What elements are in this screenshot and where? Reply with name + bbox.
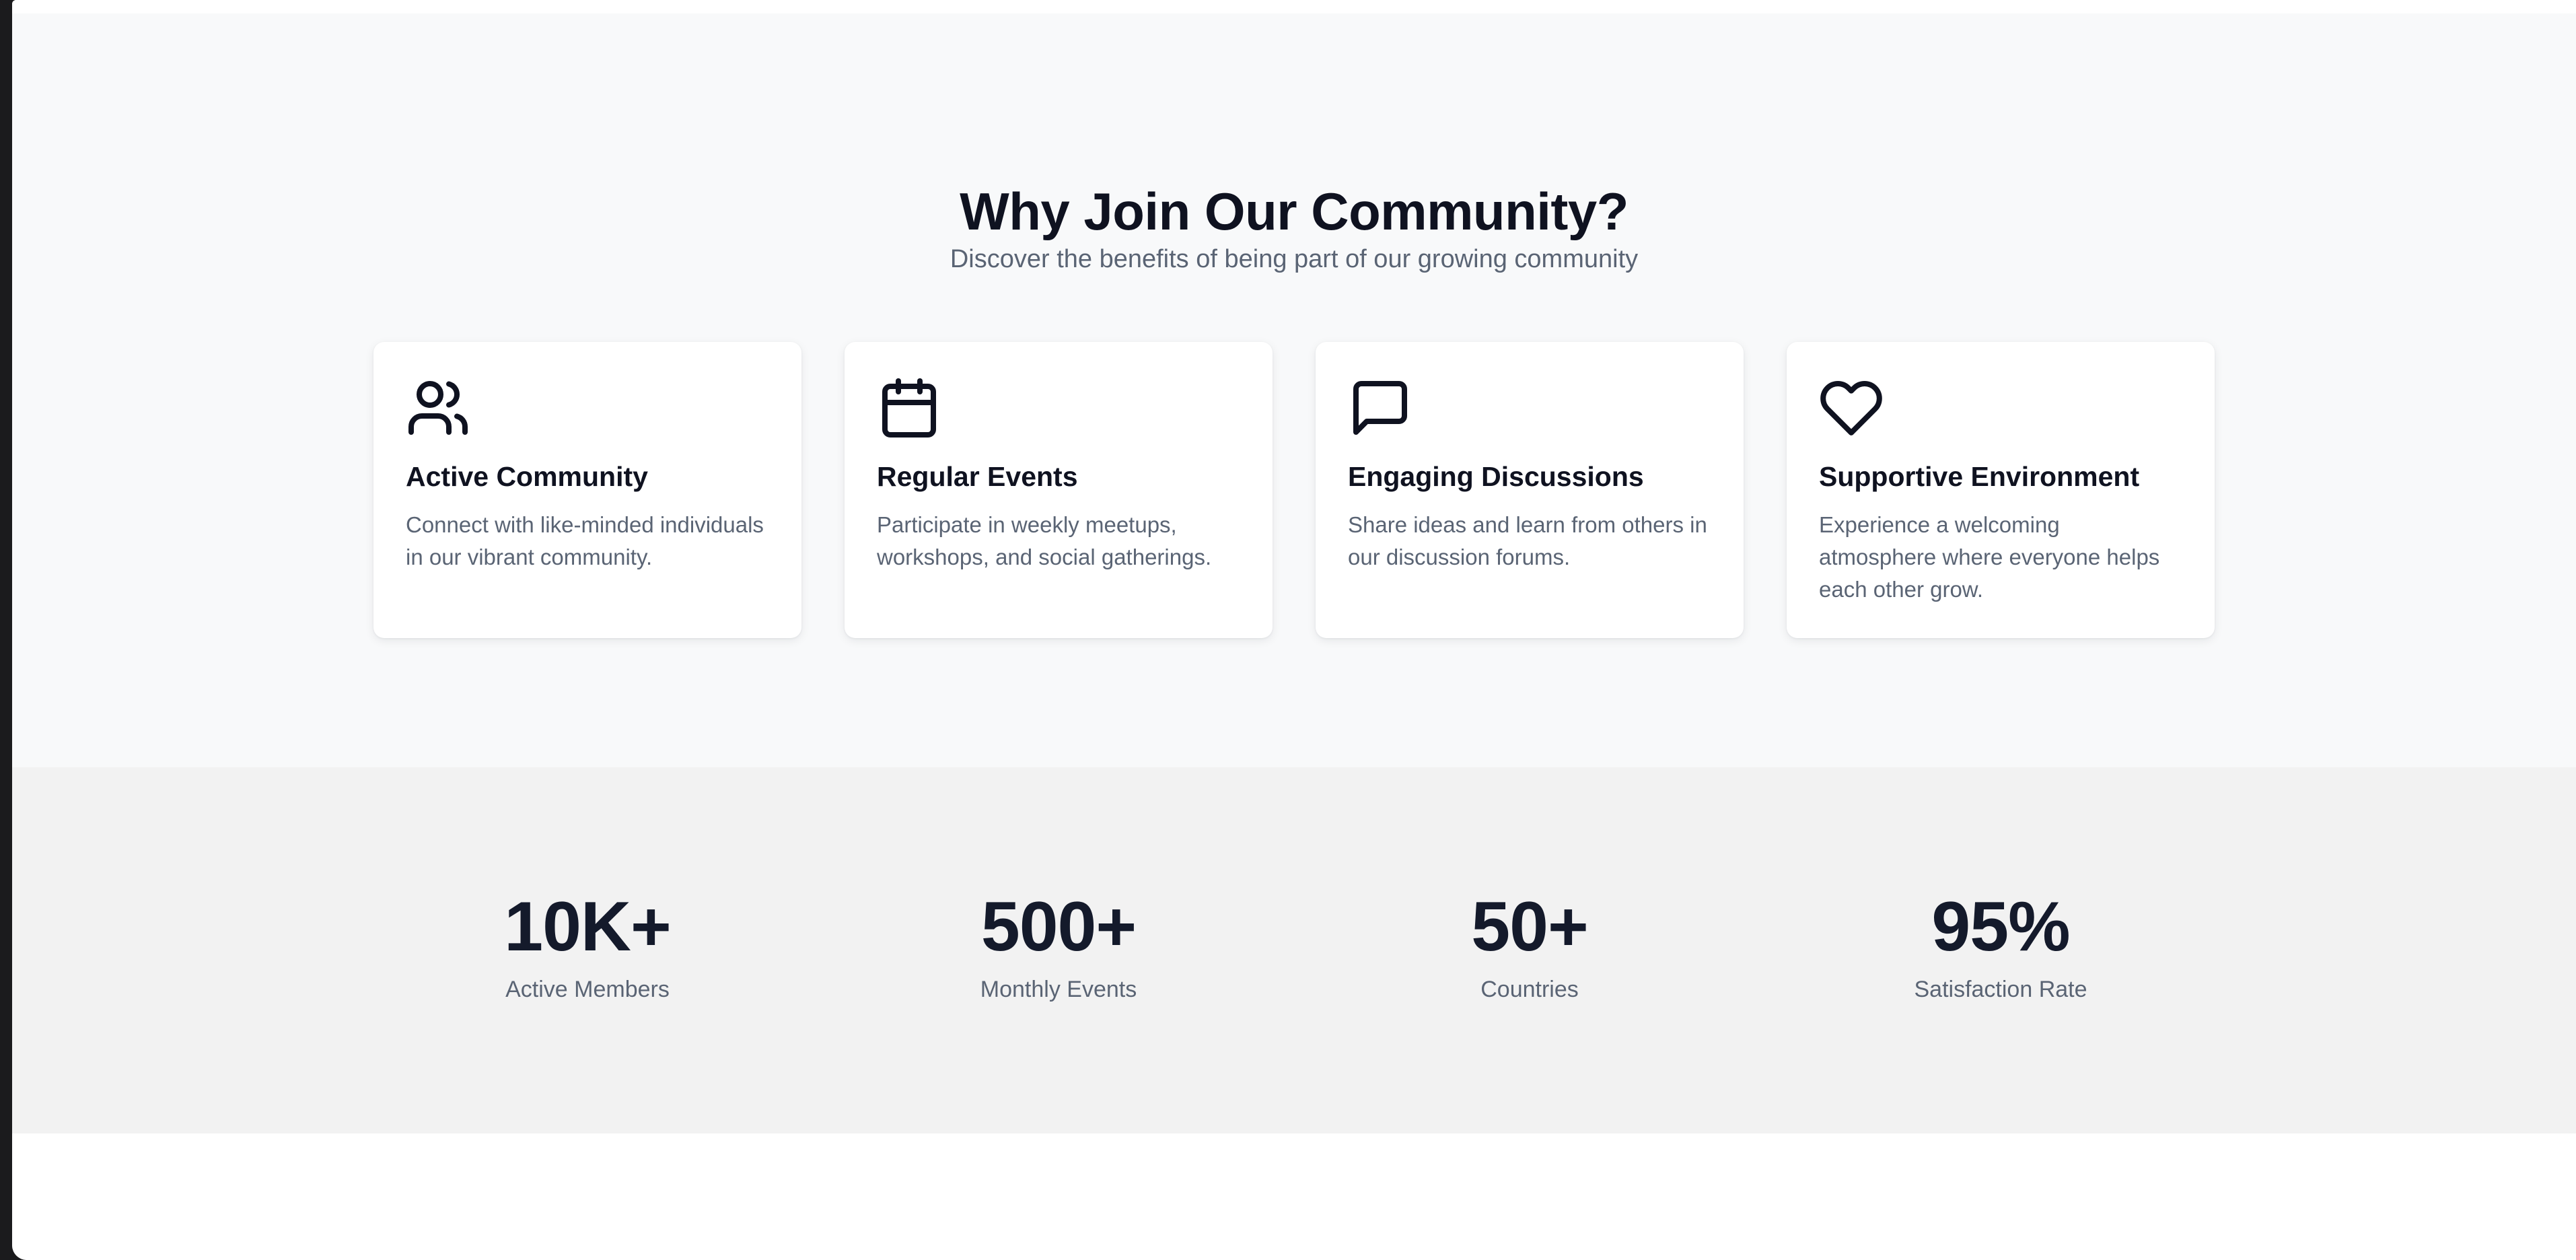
feature-card-engaging-discussions: Engaging Discussions Share ideas and lea… [1316,342,1744,638]
feature-card-regular-events: Regular Events Participate in weekly mee… [845,342,1273,638]
card-title: Active Community [406,461,648,492]
browser-page: Why Join Our Community? Discover the ben… [12,0,2576,1260]
card-description: Connect with like-minded individuals in … [406,512,764,569]
top-band [12,0,2576,13]
card-title: Engaging Discussions [1348,461,1644,492]
stat-value: 95% [1931,888,2070,966]
card-title: Supportive Environment [1819,461,2140,492]
stat-countries: 50+ Countries [1328,892,1731,1001]
stats-section: 10K+ Active Members 500+ Monthly Events … [12,767,2576,1133]
features-section: Why Join Our Community? Discover the ben… [12,13,2576,767]
stat-label: Monthly Events [980,977,1137,1002]
stat-label: Active Members [505,977,670,1002]
stat-value: 500+ [980,888,1137,966]
stat-value: 50+ [1471,888,1588,966]
card-description: Experience a welcoming atmosphere where … [1819,512,2160,602]
stat-active-members: 10K+ Active Members [386,892,789,1001]
stat-label: Satisfaction Rate [1914,977,2087,1002]
stat-label: Countries [1480,977,1579,1002]
calendar-icon [877,376,941,440]
card-description: Share ideas and learn from others in our… [1348,512,1707,569]
stat-value: 10K+ [504,888,672,966]
features-subtitle: Discover the benefits of being part of o… [950,245,1639,273]
users-icon [406,376,470,440]
features-title: Why Join Our Community? [960,181,1629,241]
editor-side-strip [0,0,12,1260]
feature-card-active-community: Active Community Connect with like-minde… [373,342,801,638]
feature-card-supportive-environment: Supportive Environment Experience a welc… [1787,342,2215,638]
bottom-band [12,1133,2576,1260]
message-square-icon [1348,376,1412,440]
stat-monthly-events: 500+ Monthly Events [857,892,1260,1001]
card-title: Regular Events [877,461,1078,492]
card-description: Participate in weekly meetups, workshops… [877,512,1212,569]
heart-icon [1819,376,1884,440]
stat-satisfaction-rate: 95% Satisfaction Rate [1799,892,2203,1001]
